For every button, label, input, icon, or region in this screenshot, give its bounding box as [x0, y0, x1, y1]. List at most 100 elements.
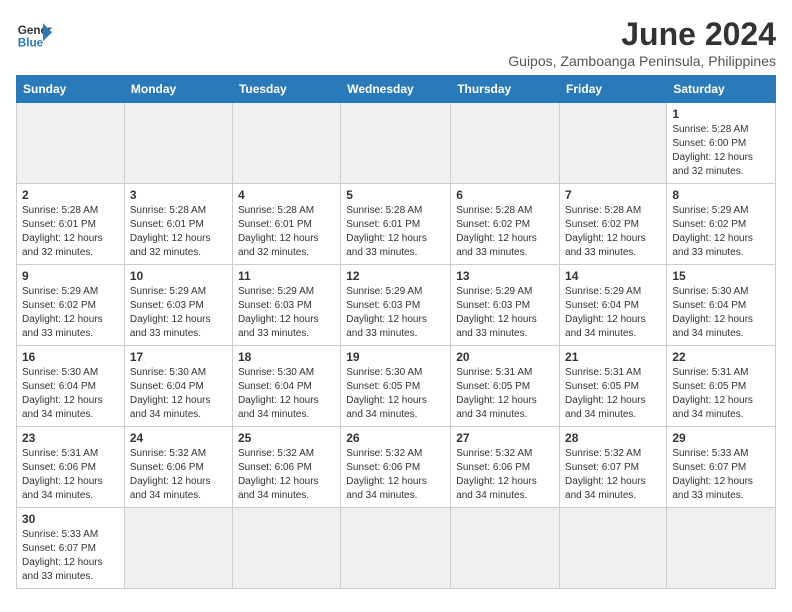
table-row: 20 Sunrise: 5:31 AM Sunset: 6:05 PM Dayli… [451, 346, 560, 427]
day-number: 22 [672, 350, 770, 364]
day-info: Sunrise: 5:29 AM Sunset: 6:03 PM Dayligh… [238, 285, 335, 341]
table-row [124, 103, 232, 184]
day-number: 26 [346, 431, 445, 445]
table-row: 26 Sunrise: 5:32 AM Sunset: 6:06 PM Dayli… [341, 427, 451, 508]
table-row: 1Sunrise: 5:28 AM Sunset: 6:00 PM Daylig… [667, 103, 776, 184]
day-number: 20 [456, 350, 554, 364]
logo-icon: General Blue [16, 16, 52, 52]
day-number: 15 [672, 269, 770, 283]
calendar-week-row: 9Sunrise: 5:29 AM Sunset: 6:02 PM Daylig… [17, 265, 776, 346]
day-info: Sunrise: 5:30 AM Sunset: 6:04 PM Dayligh… [22, 366, 119, 422]
day-info: Sunrise: 5:31 AM Sunset: 6:05 PM Dayligh… [456, 366, 554, 422]
calendar-table: Sunday Monday Tuesday Wednesday Thursday… [16, 75, 776, 589]
table-row: 15 Sunrise: 5:30 AM Sunset: 6:04 PM Dayli… [667, 265, 776, 346]
day-number: 29 [672, 431, 770, 445]
table-row: 7 Sunrise: 5:28 AM Sunset: 6:02 PM Daylig… [560, 184, 667, 265]
day-info: Sunrise: 5:32 AM Sunset: 6:06 PM Dayligh… [456, 447, 554, 503]
table-row: 21 Sunrise: 5:31 AM Sunset: 6:05 PM Dayli… [560, 346, 667, 427]
day-number: 7 [565, 188, 661, 202]
table-row: 11 Sunrise: 5:29 AM Sunset: 6:03 PM Dayli… [232, 265, 340, 346]
day-number: 2 [22, 188, 119, 202]
table-row [17, 103, 125, 184]
day-number: 25 [238, 431, 335, 445]
header-sunday: Sunday [17, 76, 125, 103]
day-info: Sunrise: 5:29 AM Sunset: 6:04 PM Dayligh… [565, 285, 661, 341]
table-row: 27 Sunrise: 5:32 AM Sunset: 6:06 PM Dayli… [451, 427, 560, 508]
weekday-header-row: Sunday Monday Tuesday Wednesday Thursday… [17, 76, 776, 103]
day-info: Sunrise: 5:28 AM Sunset: 6:01 PM Dayligh… [346, 204, 445, 260]
day-info: Sunrise: 5:30 AM Sunset: 6:04 PM Dayligh… [672, 285, 770, 341]
day-info: Sunrise: 5:31 AM Sunset: 6:05 PM Dayligh… [672, 366, 770, 422]
day-number: 10 [130, 269, 227, 283]
header-saturday: Saturday [667, 76, 776, 103]
day-number: 30 [22, 512, 119, 526]
table-row: 17 Sunrise: 5:30 AM Sunset: 6:04 PM Dayli… [124, 346, 232, 427]
day-info: Sunrise: 5:32 AM Sunset: 6:07 PM Dayligh… [565, 447, 661, 503]
calendar-week-row: 1Sunrise: 5:28 AM Sunset: 6:00 PM Daylig… [17, 103, 776, 184]
day-number: 24 [130, 431, 227, 445]
day-info: Sunrise: 5:29 AM Sunset: 6:03 PM Dayligh… [130, 285, 227, 341]
table-row: 5 Sunrise: 5:28 AM Sunset: 6:01 PM Daylig… [341, 184, 451, 265]
table-row: 18Sunrise: 5:30 AM Sunset: 6:04 PM Dayli… [232, 346, 340, 427]
day-info: Sunrise: 5:29 AM Sunset: 6:03 PM Dayligh… [346, 285, 445, 341]
table-row: 29 Sunrise: 5:33 AM Sunset: 6:07 PM Dayli… [667, 427, 776, 508]
day-info: Sunrise: 5:30 AM Sunset: 6:04 PM Dayligh… [238, 366, 335, 422]
day-number: 16 [22, 350, 119, 364]
header-wednesday: Wednesday [341, 76, 451, 103]
table-row: 22 Sunrise: 5:31 AM Sunset: 6:05 PM Dayli… [667, 346, 776, 427]
table-row: 3 Sunrise: 5:28 AM Sunset: 6:01 PM Daylig… [124, 184, 232, 265]
day-number: 6 [456, 188, 554, 202]
header-monday: Monday [124, 76, 232, 103]
day-info: Sunrise: 5:30 AM Sunset: 6:05 PM Dayligh… [346, 366, 445, 422]
day-info: Sunrise: 5:28 AM Sunset: 6:01 PM Dayligh… [22, 204, 119, 260]
day-info: Sunrise: 5:33 AM Sunset: 6:07 PM Dayligh… [672, 447, 770, 503]
calendar-week-row: 30Sunrise: 5:33 AM Sunset: 6:07 PM Dayli… [17, 508, 776, 589]
day-number: 23 [22, 431, 119, 445]
day-number: 17 [130, 350, 227, 364]
day-info: Sunrise: 5:29 AM Sunset: 6:02 PM Dayligh… [672, 204, 770, 260]
day-number: 21 [565, 350, 661, 364]
day-info: Sunrise: 5:28 AM Sunset: 6:01 PM Dayligh… [238, 204, 335, 260]
table-row: 13 Sunrise: 5:29 AM Sunset: 6:03 PM Dayli… [451, 265, 560, 346]
table-row: 10 Sunrise: 5:29 AM Sunset: 6:03 PM Dayli… [124, 265, 232, 346]
svg-text:Blue: Blue [18, 37, 44, 50]
calendar-week-row: 16 Sunrise: 5:30 AM Sunset: 6:04 PM Dayli… [17, 346, 776, 427]
day-number: 27 [456, 431, 554, 445]
day-info: Sunrise: 5:29 AM Sunset: 6:03 PM Dayligh… [456, 285, 554, 341]
table-row: 8Sunrise: 5:29 AM Sunset: 6:02 PM Daylig… [667, 184, 776, 265]
table-row: 2 Sunrise: 5:28 AM Sunset: 6:01 PM Daylig… [17, 184, 125, 265]
day-number: 3 [130, 188, 227, 202]
day-info: Sunrise: 5:28 AM Sunset: 6:01 PM Dayligh… [130, 204, 227, 260]
calendar-week-row: 2 Sunrise: 5:28 AM Sunset: 6:01 PM Daylig… [17, 184, 776, 265]
day-number: 5 [346, 188, 445, 202]
table-row [232, 508, 340, 589]
day-number: 28 [565, 431, 661, 445]
day-number: 14 [565, 269, 661, 283]
table-row: 16 Sunrise: 5:30 AM Sunset: 6:04 PM Dayli… [17, 346, 125, 427]
table-row: 30Sunrise: 5:33 AM Sunset: 6:07 PM Dayli… [17, 508, 125, 589]
table-row [232, 103, 340, 184]
table-row: 12Sunrise: 5:29 AM Sunset: 6:03 PM Dayli… [341, 265, 451, 346]
table-row [451, 103, 560, 184]
month-title: June 2024 [508, 16, 776, 53]
day-number: 11 [238, 269, 335, 283]
table-row [341, 508, 451, 589]
table-row: 28 Sunrise: 5:32 AM Sunset: 6:07 PM Dayli… [560, 427, 667, 508]
day-number: 13 [456, 269, 554, 283]
title-area: June 2024 Guipos, Zamboanga Peninsula, P… [508, 16, 776, 69]
header-friday: Friday [560, 76, 667, 103]
day-number: 19 [346, 350, 445, 364]
day-info: Sunrise: 5:28 AM Sunset: 6:00 PM Dayligh… [672, 123, 770, 179]
day-number: 4 [238, 188, 335, 202]
day-info: Sunrise: 5:32 AM Sunset: 6:06 PM Dayligh… [238, 447, 335, 503]
day-info: Sunrise: 5:32 AM Sunset: 6:06 PM Dayligh… [346, 447, 445, 503]
day-info: Sunrise: 5:28 AM Sunset: 6:02 PM Dayligh… [565, 204, 661, 260]
calendar-week-row: 23Sunrise: 5:31 AM Sunset: 6:06 PM Dayli… [17, 427, 776, 508]
header-thursday: Thursday [451, 76, 560, 103]
day-info: Sunrise: 5:32 AM Sunset: 6:06 PM Dayligh… [130, 447, 227, 503]
day-info: Sunrise: 5:31 AM Sunset: 6:05 PM Dayligh… [565, 366, 661, 422]
day-info: Sunrise: 5:30 AM Sunset: 6:04 PM Dayligh… [130, 366, 227, 422]
table-row: 4 Sunrise: 5:28 AM Sunset: 6:01 PM Daylig… [232, 184, 340, 265]
day-info: Sunrise: 5:29 AM Sunset: 6:02 PM Dayligh… [22, 285, 119, 341]
table-row: 9Sunrise: 5:29 AM Sunset: 6:02 PM Daylig… [17, 265, 125, 346]
